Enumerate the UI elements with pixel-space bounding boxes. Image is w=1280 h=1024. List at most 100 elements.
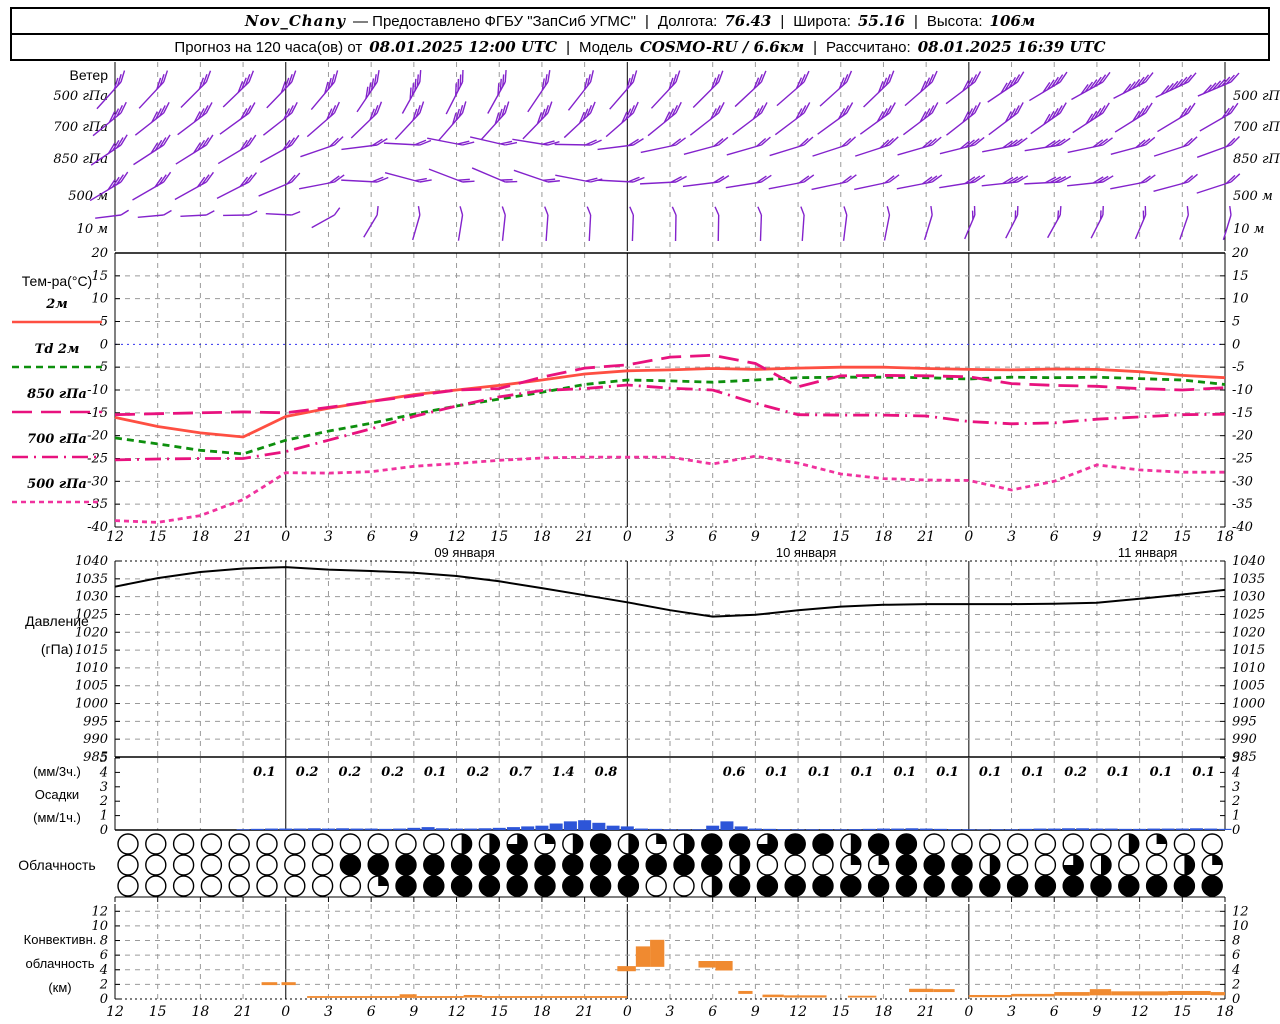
hour-label: 21 bbox=[916, 529, 935, 545]
pressure-panel: 1040 10401035 10351030 10301025 10251020 1020… bbox=[25, 554, 1265, 765]
cloud-cover-circle bbox=[1034, 833, 1057, 855]
wind-barb-staff bbox=[987, 81, 1018, 103]
precip-1h-bar bbox=[592, 822, 606, 830]
cloud-cover-circle bbox=[172, 875, 195, 897]
conv-cloud-bar bbox=[909, 988, 934, 993]
wind-barb-staff bbox=[310, 81, 335, 111]
precip-3h-value: 0.2 bbox=[338, 765, 361, 780]
conv-ytick-right: 10 bbox=[1232, 919, 1249, 934]
wind-barb-staff bbox=[480, 112, 506, 141]
wind-barb-feather bbox=[1057, 210, 1060, 220]
wind-barb-feather bbox=[333, 207, 341, 216]
cloud-cover-circle bbox=[1118, 854, 1140, 876]
precip-1h-bar bbox=[250, 828, 264, 830]
pressure-ytick-right: 995 bbox=[1232, 714, 1257, 729]
hour-label-bottom: 6 bbox=[708, 1004, 717, 1020]
conv-cloud-bar bbox=[635, 946, 651, 967]
cloud-cover-circle bbox=[1034, 854, 1057, 876]
cloud-cover-fill bbox=[395, 854, 417, 876]
precip-1h-bar bbox=[364, 828, 378, 830]
cloud-cover-fill bbox=[868, 833, 890, 855]
wind-barb-staff bbox=[988, 112, 1018, 136]
precip-1h-bar bbox=[350, 828, 364, 830]
precip-1h-bar bbox=[1218, 828, 1232, 830]
cloud-cover-circle bbox=[200, 875, 223, 897]
precip-1h-bar bbox=[635, 828, 649, 830]
temp-ytick-right: -20 bbox=[1232, 429, 1253, 444]
wind-barb-staff bbox=[401, 81, 421, 114]
wind-level-label-left: 700 гПа bbox=[53, 120, 108, 135]
hour-label: 9 bbox=[751, 529, 760, 545]
wind-barb-feather bbox=[462, 180, 475, 183]
wind-barb-staff bbox=[725, 181, 762, 189]
wind-barb-staff bbox=[471, 167, 506, 183]
cloud-cover-circle bbox=[228, 833, 250, 855]
temp-ytick-left: -10 bbox=[87, 383, 108, 398]
wind-barb-staff bbox=[545, 214, 549, 241]
pressure-ytick-left: 1000 bbox=[75, 697, 108, 712]
precip-1h-bar bbox=[279, 828, 293, 830]
pressure-ytick-right: 1015 bbox=[1232, 643, 1265, 658]
temp-ytick-left: -30 bbox=[87, 474, 108, 489]
wind-barb-staff bbox=[567, 81, 592, 111]
precip-1h-bar bbox=[1033, 828, 1047, 830]
cloud-cover-fill bbox=[572, 834, 583, 854]
wind-barb-staff bbox=[412, 214, 421, 241]
cloud-cover-fill bbox=[1118, 875, 1140, 897]
precip-1h-bar bbox=[435, 828, 449, 830]
hour-label-bottom: 12 bbox=[448, 1004, 466, 1020]
hour-label: 21 bbox=[233, 529, 252, 545]
hour-label: 3 bbox=[666, 529, 675, 545]
precip-3h-value: 0.1 bbox=[1107, 765, 1130, 780]
hour-label: 0 bbox=[281, 529, 290, 545]
pressure-title-units: (гПа) bbox=[41, 641, 73, 657]
hour-label-bottom: 15 bbox=[490, 1004, 508, 1020]
cloud-cover-circle bbox=[1201, 833, 1223, 855]
hour-label: 15 bbox=[490, 529, 508, 545]
precip-1h-bar bbox=[535, 825, 549, 830]
cloud-cover-circle bbox=[1145, 854, 1168, 876]
precip-1h-bar bbox=[862, 828, 876, 830]
precip-3h-value: 0.8 bbox=[595, 765, 618, 780]
pressure-ytick-right: 1040 bbox=[1232, 554, 1265, 569]
conv-cloud-bar bbox=[307, 996, 400, 998]
conv-ytick-left: 12 bbox=[91, 904, 108, 919]
cloud-cover-fill bbox=[617, 854, 639, 876]
precip-3h-value: 0.1 bbox=[979, 765, 1002, 780]
hour-label-bottom: 15 bbox=[832, 1004, 850, 1020]
hour-label-bottom: 21 bbox=[916, 1004, 935, 1020]
cloud-cover-circle bbox=[756, 854, 779, 876]
pressure-ytick-left: 1015 bbox=[75, 643, 108, 658]
precip-1h-bar bbox=[1047, 828, 1061, 830]
cloud-cover-circle bbox=[673, 875, 695, 897]
wind-barb-feather bbox=[888, 70, 895, 83]
precip-1h-bar bbox=[450, 828, 464, 830]
precip-1h-bar bbox=[748, 828, 762, 830]
wind-panel: Ветер 500 гПа 500 гПа 700 гПа 700 гПа 850 гПа… bbox=[53, 62, 1280, 251]
hour-label-bottom: 18 bbox=[191, 1004, 209, 1020]
hour-label: 12 bbox=[448, 529, 466, 545]
precip-ytick-left: 5 bbox=[100, 751, 108, 766]
cloud-cover-circle bbox=[311, 833, 334, 855]
cloud-cover-circle bbox=[423, 833, 445, 855]
wind-level-label-left: 500 м bbox=[68, 189, 108, 204]
precip-1h-bar bbox=[891, 828, 905, 830]
precip-ytick-right: 0 bbox=[1232, 823, 1240, 838]
precip-ytick-left: 4 bbox=[99, 765, 108, 780]
wind-barb-staff bbox=[631, 214, 635, 242]
cloud-cover-circle bbox=[284, 875, 306, 897]
wind-barb-staff bbox=[262, 112, 293, 136]
precip-ytick-left: 3 bbox=[100, 780, 108, 795]
meteogram-page: Nov_Chany — Предоставлено ФГБУ "ЗапСиб У… bbox=[0, 0, 1280, 1024]
wind-barb-staff bbox=[394, 112, 421, 140]
wind-barb-feather bbox=[291, 210, 301, 216]
wind-barb-feather bbox=[589, 70, 594, 83]
cloud-cover-fill bbox=[656, 834, 667, 844]
precip-1h-bar bbox=[990, 829, 1004, 830]
wind-barb-staff bbox=[682, 181, 719, 188]
cloud-cover-fill bbox=[701, 833, 723, 855]
cloud-cover-fill bbox=[1034, 875, 1056, 897]
conv-ytick-left: 4 bbox=[99, 963, 108, 978]
wind-barb-feather bbox=[376, 205, 379, 216]
conv-cloud-bar bbox=[617, 966, 636, 972]
